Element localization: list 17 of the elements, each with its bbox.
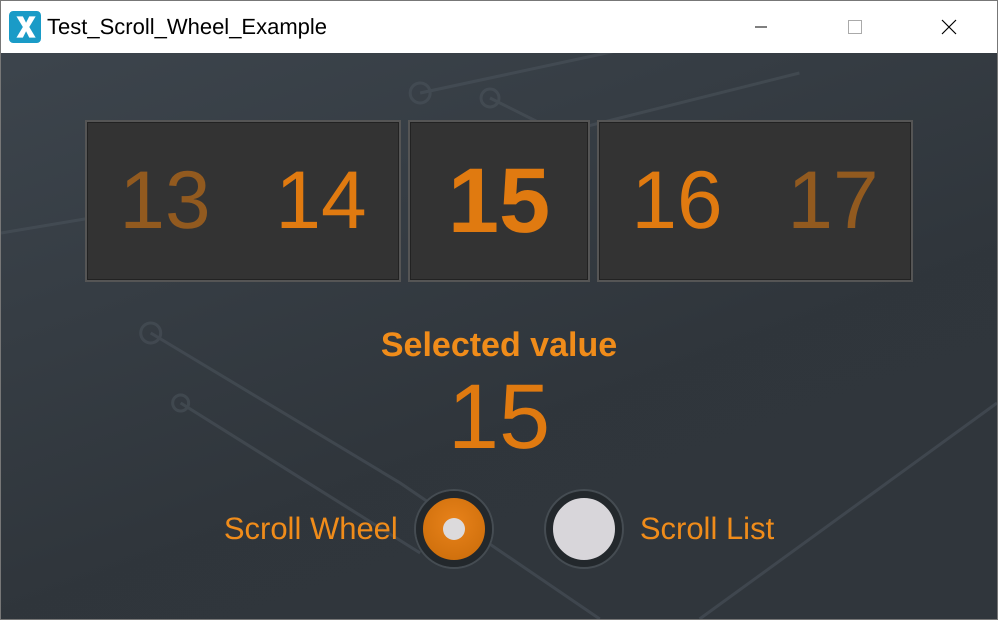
- window-title: Test_Scroll_Wheel_Example: [47, 14, 328, 40]
- radio-label[interactable]: Scroll Wheel: [224, 511, 398, 547]
- app-logo-icon: [9, 11, 41, 43]
- wheel-number[interactable]: 17: [787, 154, 879, 248]
- wheel-panel[interactable]: 15: [408, 120, 590, 282]
- wheel-number[interactable]: 13: [119, 154, 211, 248]
- radio-button[interactable]: [416, 491, 492, 567]
- radio-label[interactable]: Scroll List: [640, 511, 774, 547]
- wheel-number[interactable]: 16: [631, 154, 723, 248]
- wheel-panel[interactable]: 13 14: [85, 120, 401, 282]
- wheel-number[interactable]: 14: [275, 154, 367, 248]
- close-icon[interactable]: [941, 19, 957, 35]
- selected-value-label: Selected value: [380, 326, 618, 365]
- selected-value: 15: [448, 371, 550, 463]
- wheel-panel[interactable]: 16 17: [597, 120, 913, 282]
- radio-button[interactable]: [546, 491, 622, 567]
- wheel-number[interactable]: 15: [448, 148, 550, 254]
